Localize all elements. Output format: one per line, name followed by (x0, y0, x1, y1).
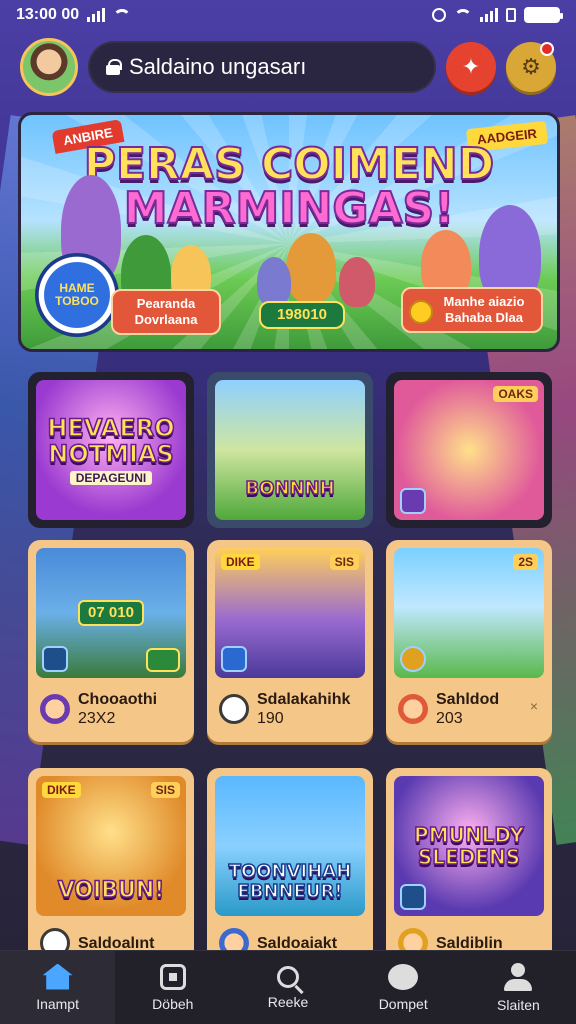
character-illustration (257, 257, 291, 307)
home-icon (42, 963, 73, 990)
banner-pill-right[interactable]: Manhe aiazio Bahaba Dlaa (401, 287, 543, 333)
nav-label: Dompet (378, 995, 428, 1012)
game-card[interactable]: HEVAERO NOTMIAS DEPAGEUNI (28, 372, 194, 528)
signal-icon-right (480, 8, 498, 22)
game-thumbnail: PMUNLDY SLEDENS (394, 776, 544, 916)
avatar[interactable] (20, 38, 78, 96)
game-card[interactable]: TOONVIHAH EBNNEUR! Saldoaiakt (207, 768, 373, 972)
notification-dot (540, 42, 554, 56)
game-title: HEVAERO NOTMIAS (47, 414, 176, 468)
bell-icon: ⚙ (521, 54, 541, 79)
signal-icon (87, 8, 106, 22)
timer-icon (219, 694, 249, 724)
game-card[interactable]: 07 010 Chooaothi 23X2 (28, 540, 194, 742)
game-tag-left: DIKE (221, 554, 260, 570)
game-card[interactable]: 2S Sahldod 203 × (386, 540, 552, 742)
game-tag: SIS (150, 782, 180, 798)
banner-pill-left[interactable]: Pearanda Dovrlaana (111, 289, 221, 335)
game-app-icon (400, 884, 426, 910)
game-title: PMUNLDY SLEDENS (413, 823, 524, 869)
nav-label: Döbeh (152, 995, 194, 1012)
game-tag-left: DIKE (42, 782, 81, 798)
nav-item-profile[interactable]: Slaiten (461, 951, 576, 1024)
nav-item-home[interactable]: Inampt (0, 951, 116, 1024)
game-thumbnail: DIKE SIS (215, 548, 365, 678)
nav-item-games[interactable]: Döbeh (115, 951, 230, 1024)
game-app-icon (42, 646, 68, 672)
game-name: Sahldod (436, 691, 500, 708)
game-name: Sdalakahihk (257, 691, 351, 708)
games-icon (159, 963, 186, 990)
search-bar[interactable] (88, 41, 436, 93)
nav-item-community[interactable]: Dompet (346, 951, 461, 1024)
game-thumbnail: BONNNH (215, 380, 365, 520)
nav-label: Reeke (267, 993, 309, 1010)
game-meta: Sahldod 203 × (394, 678, 544, 734)
status-time: 13:00 00 (16, 6, 80, 23)
battery-icon (524, 7, 563, 23)
nav-label: Slaiten (497, 996, 540, 1013)
game-thumbnail: 2S (394, 548, 544, 678)
game-players: 203 (436, 710, 463, 727)
game-title: VOIBUN! (57, 877, 165, 904)
game-score: 07 010 (78, 600, 144, 626)
profile-icon (504, 962, 533, 991)
game-tag: OAKS (493, 386, 538, 402)
game-grid: HEVAERO NOTMIAS DEPAGEUNI BONNNH OAKS 07… (28, 372, 552, 972)
dismiss-icon[interactable]: × (530, 698, 538, 714)
game-name: Chooaothi (78, 691, 158, 708)
game-players: 23X2 (78, 710, 116, 727)
game-thumbnail: 07 010 (36, 548, 186, 678)
notifications-button[interactable]: ⚙ (506, 42, 556, 92)
game-thumbnail: HEVAERO NOTMIAS DEPAGEUNI (36, 380, 186, 520)
game-card[interactable]: DIKE SIS VOIBUN! Saldoalınt (28, 768, 194, 972)
game-badge-icon (146, 648, 180, 672)
game-card[interactable]: PMUNLDY SLEDENS Saldiblin (386, 768, 552, 972)
game-avatar-icon (398, 694, 428, 724)
character-illustration (339, 257, 375, 307)
puzzle-icon: ✦ (461, 54, 481, 79)
coin-icon (400, 646, 426, 672)
game-title: TOONVIHAH EBNNEUR! (228, 861, 352, 903)
game-subtitle: DEPAGEUNI (69, 471, 153, 485)
game-thumbnail: DIKE SIS VOIBUN! (36, 776, 186, 916)
game-title: BONNNH (245, 477, 336, 500)
status-bar: 13:00 00 (0, 0, 576, 30)
puzzle-button[interactable]: ✦ (446, 42, 496, 92)
bottom-nav: Inampt Döbeh Reeke Dompet Slaiten (0, 950, 576, 1024)
nav-item-search[interactable]: Reeke (230, 951, 345, 1024)
game-tag: 2S (513, 554, 538, 570)
nav-label: Inampt (36, 995, 79, 1012)
wifi-icon-right (454, 9, 472, 21)
character-illustration (286, 233, 336, 303)
game-avatar-icon (40, 694, 70, 724)
game-app-icon (400, 488, 426, 514)
game-meta: Chooaothi 23X2 (36, 678, 186, 734)
banner-badge[interactable]: HAME TOBOO (35, 253, 119, 337)
search-input[interactable] (128, 54, 418, 80)
search-icon (277, 965, 299, 988)
game-card[interactable]: BONNNH (207, 372, 373, 528)
lock-icon (106, 59, 122, 75)
game-tag: SIS (329, 554, 359, 570)
game-card[interactable]: OAKS (386, 372, 552, 528)
sim-icon (506, 8, 516, 22)
game-card[interactable]: DIKE SIS Sdalakahihk 190 (207, 540, 373, 742)
community-icon (388, 963, 419, 990)
wifi-icon (113, 9, 132, 21)
banner-score: 198010 (259, 301, 345, 329)
hero-banner[interactable]: ANBIRE AADGEIR PERAS COIMEND MARMINGAS! … (18, 112, 560, 352)
app-header: ✦ ⚙ (20, 38, 556, 96)
alarm-icon (432, 8, 446, 22)
game-meta: Sdalakahihk 190 (215, 678, 365, 734)
game-app-icon (221, 646, 247, 672)
game-thumbnail: TOONVIHAH EBNNEUR! (215, 776, 365, 916)
game-thumbnail: OAKS (394, 380, 544, 520)
game-players: 190 (257, 710, 284, 727)
